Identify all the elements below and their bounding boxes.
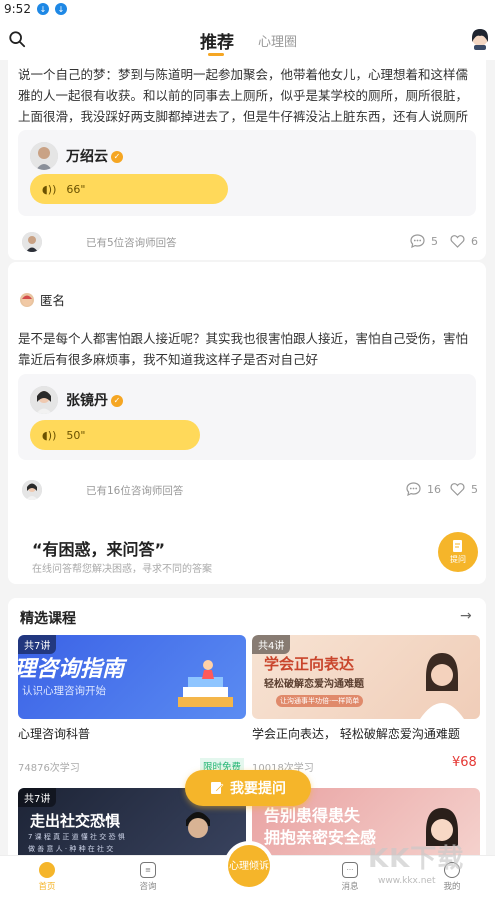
search-icon[interactable] [8, 30, 26, 48]
watermark-logo: KK下载 [368, 844, 465, 874]
voice-wave-icon: ◖)) [42, 182, 57, 196]
question-text: 是不是每个人都害怕跟人接近呢？其实我也很害怕跟人接近，害怕自己受伤，害怕靠近后有… [18, 331, 469, 367]
lesson-count-badge: 共7讲 [18, 788, 57, 807]
avatar[interactable] [30, 386, 58, 414]
comment-icon [406, 482, 421, 496]
watermark-url: www.kkx.net [378, 876, 436, 886]
answered-count: 已有16位咨询师回答 [86, 485, 184, 497]
voice-answer-player[interactable]: ◖)) 50" [30, 420, 200, 450]
arrow-right-icon[interactable]: → [460, 608, 472, 624]
comment-button[interactable]: 16 [406, 482, 441, 496]
avatar[interactable] [30, 142, 58, 170]
cover-title: 学会正向表达 [264, 655, 355, 673]
nav-messages[interactable]: ··· 消息 [330, 862, 370, 892]
verified-icon: ✓ [111, 395, 123, 407]
answer-box[interactable]: 张镜丹 ✓ ◖)) 50" [18, 374, 476, 460]
like-button[interactable]: 6 [450, 234, 478, 248]
ask-question-button[interactable]: 提问 [438, 532, 478, 572]
lesson-count-badge: 共4讲 [252, 635, 291, 654]
answerer-name[interactable]: 万绍云 ✓ [66, 146, 123, 166]
cover-title: 理咨询指南 [18, 657, 125, 682]
message-icon: ··· [342, 862, 358, 878]
cover-subtitle: 7 课 程 真 正 道 懂 社 交 恐 惧 [28, 833, 125, 841]
study-count: 74876次学习 [18, 763, 80, 774]
edit-icon [211, 782, 224, 794]
heart-icon [450, 483, 465, 496]
instructor-photo-icon [186, 812, 210, 858]
like-button[interactable]: 5 [450, 482, 478, 496]
cover-subtitle: 认识心理咨询开始 [22, 685, 106, 697]
answer-box[interactable]: 万绍云 ✓ ◖)) 66" [18, 130, 476, 216]
download-notification-icon: ↓ [36, 3, 49, 15]
ask-question-floating-button[interactable]: 我要提问 [185, 770, 311, 806]
instructor-photo-icon [420, 653, 464, 719]
avatar[interactable] [22, 480, 42, 500]
cover-subtitle: 轻松破解恋爱沟通难题 [264, 679, 364, 690]
answered-count: 已有5位咨询师回答 [86, 237, 177, 249]
asker-row: 匿名 [20, 290, 65, 309]
course-price: ¥68 [452, 755, 477, 770]
nav-confide[interactable]: 心理倾诉 [228, 845, 270, 887]
course-cover: 学会正向表达 轻松破解恋爱沟通难题 让沟通事半功倍·一样简单 共4讲 [252, 635, 480, 719]
answerer-name[interactable]: 张镜丹 ✓ [66, 390, 123, 410]
cover-tagline: 让沟通事半功倍·一样简单 [276, 695, 364, 707]
answer-meta-row: 已有16位咨询师回答 16 5 [18, 478, 478, 502]
avatar[interactable] [22, 232, 42, 252]
ask-banner-subtitle: 在线问答帮您解决困惑，寻求不同的答案 [32, 564, 212, 575]
voice-wave-icon: ◖)) [42, 428, 57, 442]
top-bar: 推荐 心理圈 [0, 18, 495, 60]
consult-icon: ≡ [140, 862, 156, 878]
answer-meta-row: 已有5位咨询师回答 5 6 [18, 230, 478, 254]
voice-duration: 50" [66, 428, 86, 442]
ask-banner-title: “有困惑，来问答” [32, 540, 166, 559]
ask-banner[interactable]: “有困惑，来问答” 在线问答帮您解决困惑，寻求不同的答案 提问 [8, 524, 486, 584]
tab-recommend[interactable]: 推荐 [200, 28, 234, 53]
status-time: 9:52 [4, 2, 31, 16]
nav-consult[interactable]: ≡ 咨询 [128, 862, 168, 892]
question-card[interactable]: 匿名 是不是每个人都害怕跟人接近呢？其实我也很害怕跟人接近，害怕自己受伤，害怕靠… [8, 262, 486, 584]
download-notification-icon: ↓ [54, 3, 67, 15]
course-cover: 理咨询指南 认识心理咨询开始 共7讲 [18, 635, 246, 719]
comment-icon [410, 234, 425, 248]
course-title: 心理咨询科普 [18, 727, 91, 741]
lesson-count-badge: 共7讲 [18, 635, 57, 654]
voice-answer-player[interactable]: ◖)) 66" [30, 174, 228, 204]
asker-name: 匿名 [40, 293, 66, 308]
active-tab-indicator [208, 53, 224, 56]
voice-duration: 66" [66, 182, 86, 196]
nav-home[interactable]: 首页 [27, 862, 67, 892]
anonymous-avatar-icon [20, 292, 34, 307]
edit-note-icon [453, 540, 462, 552]
verified-icon: ✓ [111, 151, 123, 163]
books-illustration-icon [178, 660, 233, 707]
cover-tagline: 做 善 意 人 · 种 种 在 社 交 [28, 845, 114, 853]
featured-courses-section: 精选课程 → 理咨询指南 认识心理咨询开始 共7讲 心理咨询科普 74876次学… [8, 598, 486, 858]
cover-subtitle: 拥抱亲密安全感 [264, 828, 377, 847]
home-icon [39, 862, 55, 878]
tab-psych-circle[interactable]: 心理圈 [258, 31, 297, 50]
question-text: 说一个自己的梦：梦到与陈道明一起参加聚会，他带着他女儿，心理想着和这样儒雅的人一… [18, 67, 469, 124]
question-card[interactable]: 说一个自己的梦：梦到与陈道明一起参加聚会，他带着他女儿，心理想着和这样儒雅的人一… [8, 60, 486, 260]
heart-icon [450, 235, 465, 248]
status-bar: 9:52 ↓ ↓ [0, 0, 495, 18]
section-title: 精选课程 [20, 611, 76, 627]
course-title: 学会正向表达， 轻松破解恋爱沟通难题 [252, 727, 460, 741]
user-avatar-icon[interactable] [470, 28, 490, 50]
comment-button[interactable]: 5 [410, 234, 438, 248]
cover-title: 走出社交恐惧 [30, 812, 121, 830]
